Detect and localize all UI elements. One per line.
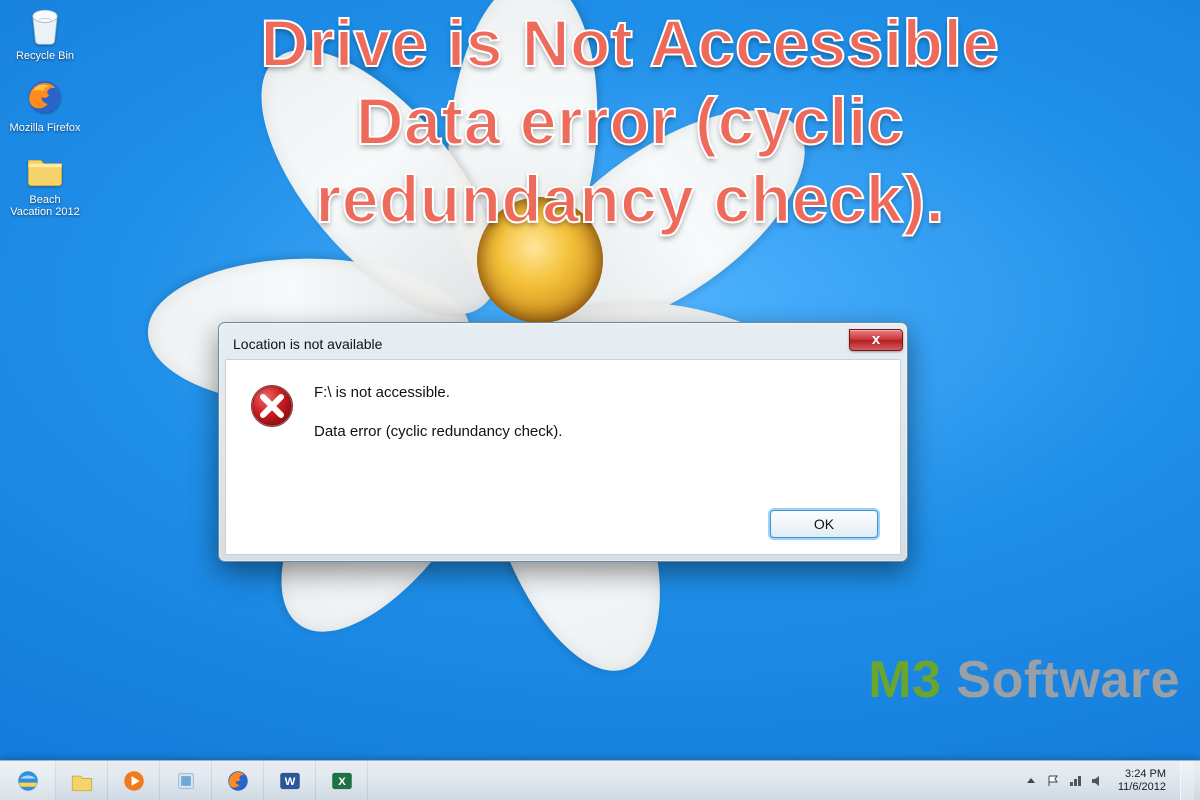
error-icon xyxy=(248,382,296,440)
desktop-icon-label: Mozilla Firefox xyxy=(10,122,81,134)
system-tray: 3:24 PM 11/6/2012 xyxy=(1018,761,1200,800)
desktop-icon-firefox[interactable]: Mozilla Firefox xyxy=(8,76,82,134)
headline-line-1: Drive is Not Accessible xyxy=(80,5,1180,83)
tray-network-icon[interactable] xyxy=(1068,774,1082,788)
taskbar-pin-explorer[interactable] xyxy=(56,761,108,800)
dialog-titlebar[interactable]: Location is not available x xyxy=(225,329,901,359)
tray-flag-icon[interactable] xyxy=(1046,774,1060,788)
brand-watermark: M3 Software xyxy=(868,650,1180,710)
firefox-taskbar-icon xyxy=(225,768,251,794)
brand-m3: M3 xyxy=(868,651,941,709)
desktop-icon-recycle-bin[interactable]: Recycle Bin xyxy=(8,4,82,62)
tray-up-icon[interactable] xyxy=(1024,774,1038,788)
desktop-icons-area: Recycle Bin Mozilla Firefox Beach Vacati… xyxy=(8,4,88,232)
close-icon: x xyxy=(872,332,880,347)
taskbar-pin-excel[interactable]: X xyxy=(316,761,368,800)
close-button[interactable]: x xyxy=(849,329,903,351)
excel-icon: X xyxy=(329,768,355,794)
start-button[interactable] xyxy=(0,761,56,800)
error-dialog: Location is not available x xyxy=(218,322,908,562)
clock-date: 11/6/2012 xyxy=(1118,781,1166,794)
recycle-bin-icon xyxy=(24,4,66,46)
taskbar-pinned-area: W X xyxy=(0,761,368,800)
libraries-icon xyxy=(173,768,199,794)
headline-line-2: Data error (cyclic xyxy=(80,83,1180,161)
folder-icon xyxy=(24,148,66,190)
dialog-messages: F:\ is not accessible. Data error (cycli… xyxy=(314,382,562,440)
headline-line-3: redundancy check). xyxy=(80,161,1180,239)
taskbar-pin-mediaplayer[interactable] xyxy=(108,761,160,800)
explorer-icon xyxy=(69,768,95,794)
dialog-title: Location is not available xyxy=(233,336,847,352)
brand-software: Software xyxy=(956,651,1180,709)
tray-volume-icon[interactable] xyxy=(1090,774,1104,788)
brand-space xyxy=(941,651,956,709)
desktop-icon-folder[interactable]: Beach Vacation 2012 xyxy=(8,148,82,218)
dialog-msg-line-2: Data error (cyclic redundancy check). xyxy=(314,423,562,440)
taskbar-pin-word[interactable]: W xyxy=(264,761,316,800)
ie-icon xyxy=(15,768,41,794)
dialog-body: F:\ is not accessible. Data error (cycli… xyxy=(225,359,901,555)
firefox-icon xyxy=(24,76,66,118)
taskbar-pin-firefox[interactable] xyxy=(212,761,264,800)
word-icon: W xyxy=(277,768,303,794)
desktop-icon-label: Recycle Bin xyxy=(16,50,74,62)
headline-overlay: Drive is Not Accessible Data error (cycl… xyxy=(80,5,1180,239)
svg-text:X: X xyxy=(338,776,346,788)
taskbar: W X 3:24 PM 11/6/2012 xyxy=(0,760,1200,800)
svg-text:W: W xyxy=(284,776,295,788)
desktop-icon-label: Beach Vacation 2012 xyxy=(10,194,80,218)
dialog-msg-line-1: F:\ is not accessible. xyxy=(314,384,562,401)
ok-button[interactable]: OK xyxy=(770,510,878,538)
taskbar-pin-libraries[interactable] xyxy=(160,761,212,800)
mediaplayer-icon xyxy=(121,768,147,794)
clock-time: 3:24 PM xyxy=(1118,768,1166,781)
desktop-background: Recycle Bin Mozilla Firefox Beach Vacati… xyxy=(0,0,1200,760)
show-desktop-button[interactable] xyxy=(1180,761,1194,800)
taskbar-clock[interactable]: 3:24 PM 11/6/2012 xyxy=(1112,768,1172,793)
